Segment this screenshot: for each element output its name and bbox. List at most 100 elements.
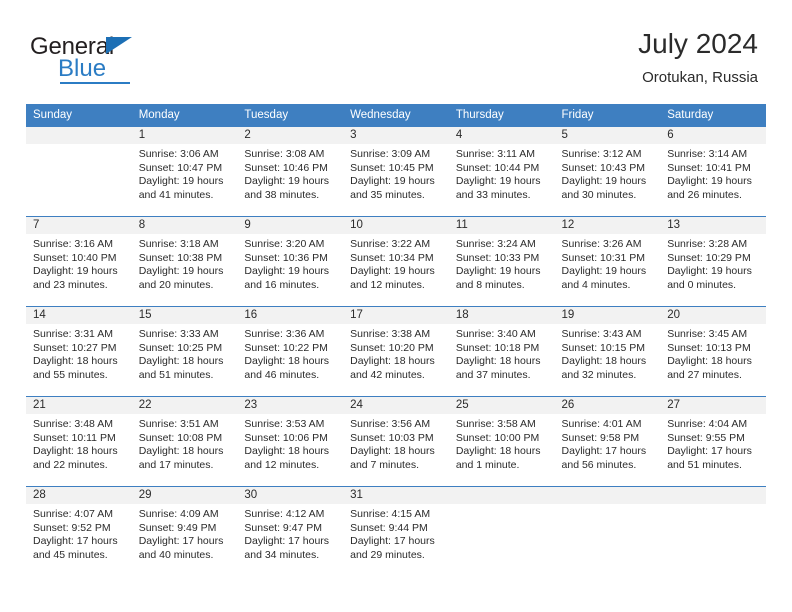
calendar-cell: 16 Sunrise: 3:36 AM Sunset: 10:22 PM Daylig…: [237, 306, 344, 397]
sunset-time: Sunset: 9:47 PM: [244, 521, 323, 534]
day-cell[interactable]: 17 Sunrise: 3:38 AM Sunset: 10:20 PM Daylig…: [343, 307, 449, 396]
calendar-cell: 4 Sunrise: 3:11 AM Sunset: 10:44 PM Dayligh…: [448, 127, 555, 217]
day-details: Sunrise: 4:07 AM Sunset: 9:52 PM Daylight:…: [26, 504, 132, 562]
daylight-duration-line2: and 22 minutes.: [33, 458, 108, 471]
day-cell[interactable]: 19 Sunrise: 3:43 AM Sunset: 10:15 PM Daylig…: [554, 307, 661, 396]
sunset-time: Sunset: 10:31 PM: [561, 251, 645, 264]
sunset-time: Sunset: 9:52 PM: [33, 521, 111, 534]
daylight-duration-line2: and 38 minutes.: [244, 188, 320, 201]
daylight-duration-line2: and 0 minutes.: [667, 278, 737, 291]
sunset-time: Sunset: 10:34 PM: [350, 251, 434, 264]
calendar-cell: 7 Sunrise: 3:16 AM Sunset: 10:40 PM Dayligh…: [26, 216, 132, 307]
day-cell[interactable]: 3 Sunrise: 3:09 AM Sunset: 10:45 PM Dayligh…: [343, 127, 449, 216]
daylight-duration-line1: Daylight: 18 hours: [244, 355, 330, 368]
day-number: [660, 487, 766, 504]
day-cell[interactable]: 21 Sunrise: 3:48 AM Sunset: 10:11 PM Daylig…: [26, 397, 132, 486]
day-cell[interactable]: 30 Sunrise: 4:12 AM Sunset: 9:47 PM Dayligh…: [237, 487, 344, 576]
day-details: Sunrise: 3:38 AM Sunset: 10:20 PM Daylight…: [343, 324, 449, 382]
day-details: Sunrise: 3:53 AM Sunset: 10:06 PM Daylight…: [237, 414, 343, 472]
day-number: 3: [343, 127, 449, 144]
day-cell[interactable]: 13 Sunrise: 3:28 AM Sunset: 10:29 PM Daylig…: [660, 217, 766, 306]
daylight-duration-line2: and 26 minutes.: [667, 188, 742, 201]
day-cell[interactable]: 15 Sunrise: 3:33 AM Sunset: 10:25 PM Daylig…: [131, 307, 238, 396]
day-cell[interactable]: 14 Sunrise: 3:31 AM Sunset: 10:27 PM Daylig…: [26, 307, 132, 396]
day-cell[interactable]: 9 Sunrise: 3:20 AM Sunset: 10:36 PM Dayligh…: [237, 217, 344, 306]
day-details: Sunrise: 3:20 AM Sunset: 10:36 PM Daylight…: [237, 234, 343, 292]
calendar-cell: 26 Sunrise: 4:01 AM Sunset: 9:58 PM Dayligh…: [554, 396, 661, 487]
sunset-time: Sunset: 10:43 PM: [561, 161, 645, 174]
daylight-duration-line2: and 29 minutes.: [350, 548, 425, 561]
day-cell[interactable]: 18 Sunrise: 3:40 AM Sunset: 10:18 PM Daylig…: [448, 307, 555, 396]
general-blue-logo[interactable]: General Blue: [30, 34, 210, 86]
day-cell[interactable]: 29 Sunrise: 4:09 AM Sunset: 9:49 PM Dayligh…: [131, 487, 238, 576]
daylight-duration-line1: Daylight: 19 hours: [244, 175, 330, 188]
sunrise-time: Sunrise: 3:43 AM: [561, 328, 642, 340]
daylight-duration-line1: Daylight: 18 hours: [350, 355, 435, 368]
daylight-duration-line1: Daylight: 18 hours: [33, 355, 118, 368]
calendar-cell: [554, 486, 661, 576]
daylight-duration-line1: Daylight: 18 hours: [244, 445, 330, 458]
daylight-duration-line1: Daylight: 19 hours: [350, 265, 435, 278]
day-cell[interactable]: 22 Sunrise: 3:51 AM Sunset: 10:08 PM Daylig…: [131, 397, 238, 486]
daylight-duration-line1: Daylight: 18 hours: [667, 355, 752, 368]
day-cell[interactable]: 25 Sunrise: 3:58 AM Sunset: 10:00 PM Daylig…: [448, 397, 555, 486]
sunrise-time: Sunrise: 3:09 AM: [350, 148, 431, 160]
day-details: Sunrise: 3:36 AM Sunset: 10:22 PM Daylight…: [237, 324, 343, 382]
day-cell[interactable]: 6 Sunrise: 3:14 AM Sunset: 10:41 PM Dayligh…: [660, 127, 766, 216]
sunrise-time: Sunrise: 3:22 AM: [350, 238, 431, 250]
day-cell[interactable]: 28 Sunrise: 4:07 AM Sunset: 9:52 PM Dayligh…: [26, 487, 132, 576]
day-cell[interactable]: 12 Sunrise: 3:26 AM Sunset: 10:31 PM Daylig…: [554, 217, 661, 306]
daylight-duration-line2: and 4 minutes.: [561, 278, 631, 291]
day-cell[interactable]: 1 Sunrise: 3:06 AM Sunset: 10:47 PM Dayligh…: [131, 127, 238, 216]
sunrise-time: Sunrise: 3:20 AM: [244, 238, 325, 250]
day-cell[interactable]: 27 Sunrise: 4:04 AM Sunset: 9:55 PM Dayligh…: [660, 397, 766, 486]
day-number: 31: [343, 487, 449, 504]
day-number: 1: [131, 127, 238, 144]
day-details: Sunrise: 3:08 AM Sunset: 10:46 PM Daylight…: [237, 144, 343, 202]
sunrise-time: Sunrise: 3:12 AM: [561, 148, 642, 160]
sunset-time: Sunset: 10:27 PM: [33, 341, 117, 354]
day-cell[interactable]: 2 Sunrise: 3:08 AM Sunset: 10:46 PM Dayligh…: [237, 127, 344, 216]
day-cell[interactable]: 10 Sunrise: 3:22 AM Sunset: 10:34 PM Daylig…: [343, 217, 449, 306]
calendar-cell: 20 Sunrise: 3:45 AM Sunset: 10:13 PM Daylig…: [660, 306, 766, 397]
weekday-header-saturday: Saturday: [660, 104, 766, 127]
day-cell[interactable]: 4 Sunrise: 3:11 AM Sunset: 10:44 PM Dayligh…: [448, 127, 555, 216]
day-cell[interactable]: 24 Sunrise: 3:56 AM Sunset: 10:03 PM Daylig…: [343, 397, 449, 486]
day-details: Sunrise: 3:33 AM Sunset: 10:25 PM Daylight…: [132, 324, 238, 382]
calendar-cell: [660, 486, 766, 576]
day-number: 20: [660, 307, 766, 324]
weekday-header-sunday: Sunday: [26, 104, 132, 127]
day-cell[interactable]: 7 Sunrise: 3:16 AM Sunset: 10:40 PM Dayligh…: [26, 217, 132, 306]
calendar-cell: 25 Sunrise: 3:58 AM Sunset: 10:00 PM Daylig…: [448, 396, 555, 487]
day-number: 21: [26, 397, 132, 414]
day-cell[interactable]: 20 Sunrise: 3:45 AM Sunset: 10:13 PM Daylig…: [660, 307, 766, 396]
calendar-header-row: Sunday Monday Tuesday Wednesday Thursday…: [26, 104, 766, 127]
sunrise-time: Sunrise: 3:14 AM: [667, 148, 748, 160]
daylight-duration-line2: and 42 minutes.: [350, 368, 425, 381]
day-cell[interactable]: 31 Sunrise: 4:15 AM Sunset: 9:44 PM Dayligh…: [343, 487, 449, 576]
sunrise-time: Sunrise: 4:12 AM: [244, 508, 325, 520]
calendar-cell: 28 Sunrise: 4:07 AM Sunset: 9:52 PM Dayligh…: [26, 486, 132, 576]
day-cell[interactable]: 16 Sunrise: 3:36 AM Sunset: 10:22 PM Daylig…: [237, 307, 344, 396]
calendar-cell: 8 Sunrise: 3:18 AM Sunset: 10:38 PM Dayligh…: [131, 216, 238, 307]
day-cell[interactable]: 11 Sunrise: 3:24 AM Sunset: 10:33 PM Daylig…: [448, 217, 555, 306]
day-number: 9: [237, 217, 344, 234]
day-cell[interactable]: 5 Sunrise: 3:12 AM Sunset: 10:43 PM Dayligh…: [554, 127, 661, 216]
daylight-duration-line1: Daylight: 19 hours: [455, 175, 541, 188]
calendar-page: General Blue July 2024 Orotukan, Russia …: [0, 0, 792, 612]
daylight-duration-line2: and 17 minutes.: [138, 458, 214, 471]
sunset-time: Sunset: 10:25 PM: [138, 341, 223, 354]
daylight-duration-line2: and 46 minutes.: [244, 368, 320, 381]
day-details: Sunrise: 3:56 AM Sunset: 10:03 PM Daylight…: [343, 414, 449, 472]
day-cell[interactable]: 26 Sunrise: 4:01 AM Sunset: 9:58 PM Dayligh…: [554, 397, 661, 486]
day-cell[interactable]: 23 Sunrise: 3:53 AM Sunset: 10:06 PM Daylig…: [237, 397, 344, 486]
sunset-time: Sunset: 10:08 PM: [138, 431, 223, 444]
day-cell[interactable]: 8 Sunrise: 3:18 AM Sunset: 10:38 PM Dayligh…: [131, 217, 238, 306]
sunset-time: Sunset: 10:11 PM: [33, 431, 116, 444]
daylight-duration-line1: Daylight: 18 hours: [561, 355, 647, 368]
sunset-time: Sunset: 10:40 PM: [33, 251, 117, 264]
day-details: Sunrise: 3:43 AM Sunset: 10:15 PM Daylight…: [555, 324, 661, 382]
sunset-time: Sunset: 10:45 PM: [350, 161, 434, 174]
weekday-header-monday: Monday: [131, 104, 238, 127]
sunset-time: Sunset: 10:33 PM: [455, 251, 540, 264]
